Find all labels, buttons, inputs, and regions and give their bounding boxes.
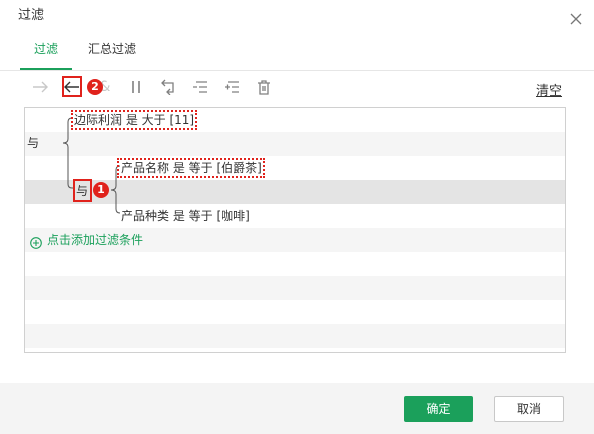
annotation-marker-2: 2 (87, 79, 103, 95)
cancel-button[interactable]: 取消 (494, 396, 564, 422)
outer-connector-and[interactable]: 与 (27, 135, 39, 151)
condition-product-category[interactable]: 产品种类 是 等于 [咖啡] (121, 208, 250, 224)
add-condition-link[interactable]: 点击添加过滤条件 (47, 232, 143, 248)
plus-circle-icon[interactable] (30, 234, 42, 249)
group-brackets (62, 117, 121, 214)
condition-product-name[interactable]: 产品名称 是 等于 [伯爵茶] (121, 160, 262, 176)
condition-margin-profit[interactable]: 边际利润 是 大于 [11] (74, 112, 194, 128)
inner-connector-and[interactable]: 与 (76, 183, 88, 199)
annotation-marker-1: 1 (93, 182, 109, 198)
highlight-box-left-arrow (62, 76, 82, 97)
confirm-button[interactable]: 确定 (404, 396, 473, 422)
